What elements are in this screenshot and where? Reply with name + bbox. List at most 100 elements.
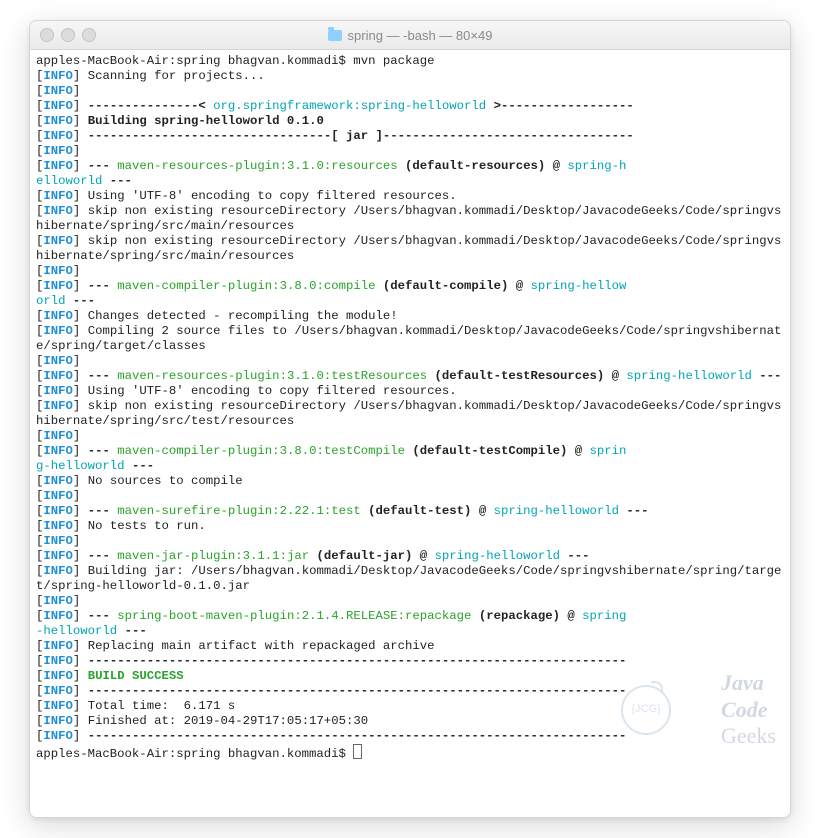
- goal: (default-resources): [398, 159, 546, 173]
- at: @: [567, 444, 589, 458]
- zoom-icon[interactable]: [82, 28, 96, 42]
- line: ---: [560, 549, 590, 563]
- line: ----------------------------------------…: [80, 684, 626, 698]
- info-tag: INFO: [43, 534, 73, 548]
- info-tag: INFO: [43, 69, 73, 83]
- plugin: maven-jar-plugin:3.1.1:jar: [117, 549, 309, 563]
- info-tag: INFO: [43, 324, 73, 338]
- at: @: [560, 609, 582, 623]
- plugin: spring-boot-maven-plugin:2.1.4.RELEASE:r…: [117, 609, 471, 623]
- line: ---: [80, 369, 117, 383]
- line: ---------------<: [80, 99, 213, 113]
- line: ---: [80, 609, 117, 623]
- info-tag: INFO: [43, 309, 73, 323]
- goal: (default-test): [361, 504, 472, 518]
- at: @: [412, 549, 434, 563]
- info-tag: INFO: [43, 714, 73, 728]
- watermark-badge: {JCG}: [621, 685, 671, 735]
- plugin: maven-surefire-plugin:2.22.1:test: [117, 504, 361, 518]
- info-tag: INFO: [43, 159, 73, 173]
- line: ---: [80, 504, 117, 518]
- artifact: org.springframework:spring-helloworld: [213, 99, 486, 113]
- info-tag: INFO: [43, 354, 73, 368]
- plugin: maven-resources-plugin:3.1.0:testResourc…: [117, 369, 427, 383]
- at: @: [604, 369, 626, 383]
- info-tag: INFO: [43, 129, 73, 143]
- line: ---: [80, 159, 117, 173]
- line: ---: [80, 279, 117, 293]
- info-tag: INFO: [43, 144, 73, 158]
- project: spring-helloworld: [494, 504, 619, 518]
- terminal-window: spring — -bash — 80×49 apples-MacBook-Ai…: [29, 20, 791, 818]
- at: @: [471, 504, 493, 518]
- at: @: [508, 279, 530, 293]
- info-tag: INFO: [43, 114, 73, 128]
- window-controls: [40, 28, 96, 42]
- line: ----------------------------------------…: [80, 654, 626, 668]
- info-tag: INFO: [43, 489, 73, 503]
- title-text: spring — -bash — 80×49: [348, 28, 493, 43]
- info-tag: INFO: [43, 264, 73, 278]
- info-tag: INFO: [43, 549, 73, 563]
- info-tag: INFO: [43, 399, 73, 413]
- folder-icon: [328, 30, 342, 41]
- prompt-line: apples-MacBook-Air:spring bhagvan.kommad…: [36, 747, 353, 761]
- line: ---: [752, 369, 782, 383]
- plugin: maven-compiler-plugin:3.8.0:testCompile: [117, 444, 405, 458]
- info-tag: INFO: [43, 669, 73, 683]
- info-tag: INFO: [43, 234, 73, 248]
- goal: (default-testResources): [427, 369, 604, 383]
- line: ---: [80, 444, 117, 458]
- plugin: maven-compiler-plugin:3.8.0:compile: [117, 279, 375, 293]
- info-tag: INFO: [43, 204, 73, 218]
- plugin: maven-resources-plugin:3.1.0:resources: [117, 159, 397, 173]
- line: ---: [80, 549, 117, 563]
- info-tag: INFO: [43, 99, 73, 113]
- line: ---: [117, 624, 147, 638]
- info-tag: INFO: [43, 594, 73, 608]
- goal: (repackage): [471, 609, 560, 623]
- line: Building spring-helloworld 0.1.0: [80, 114, 324, 128]
- line: Building jar: /Users/bhagvan.kommadi/Des…: [36, 564, 781, 593]
- goal: (default-testCompile): [405, 444, 567, 458]
- terminal-output[interactable]: apples-MacBook-Air:spring bhagvan.kommad…: [30, 50, 790, 817]
- line: skip non existing resourceDirectory /Use…: [36, 399, 781, 428]
- line: Using 'UTF-8' encoding to copy filtered …: [80, 189, 456, 203]
- info-tag: INFO: [43, 189, 73, 203]
- watermark-text: Java Code Geeks: [677, 643, 776, 777]
- prompt-line: apples-MacBook-Air:spring bhagvan.kommad…: [36, 54, 434, 68]
- line: ---------------------------------[ jar ]…: [80, 129, 633, 143]
- line: No sources to compile: [80, 474, 242, 488]
- info-tag: INFO: [43, 639, 73, 653]
- line: No tests to run.: [80, 519, 205, 533]
- window-title: spring — -bash — 80×49: [30, 28, 790, 43]
- build-success: BUILD SUCCESS: [80, 669, 183, 683]
- info-tag: INFO: [43, 444, 73, 458]
- line: ---: [102, 174, 132, 188]
- line: Finished at: 2019-04-29T17:05:17+05:30: [80, 714, 368, 728]
- line: ----------------------------------------…: [80, 729, 626, 743]
- info-tag: INFO: [43, 684, 73, 698]
- line: Total time: 6.171 s: [80, 699, 235, 713]
- minimize-icon[interactable]: [61, 28, 75, 42]
- info-tag: INFO: [43, 369, 73, 383]
- info-tag: INFO: [43, 504, 73, 518]
- info-tag: INFO: [43, 609, 73, 623]
- line: Replacing main artifact with repackaged …: [80, 639, 434, 653]
- at: @: [545, 159, 567, 173]
- goal: (default-compile): [376, 279, 509, 293]
- close-icon[interactable]: [40, 28, 54, 42]
- info-tag: INFO: [43, 699, 73, 713]
- line: Scanning for projects...: [80, 69, 264, 83]
- line: skip non existing resourceDirectory /Use…: [36, 204, 781, 233]
- watermark: {JCG} Java Code Geeks: [621, 643, 776, 777]
- line: ---: [66, 294, 96, 308]
- line: ---: [619, 504, 649, 518]
- info-tag: INFO: [43, 564, 73, 578]
- line: ---: [125, 459, 155, 473]
- info-tag: INFO: [43, 384, 73, 398]
- cursor-icon: [353, 744, 362, 759]
- titlebar[interactable]: spring — -bash — 80×49: [30, 21, 790, 50]
- info-tag: INFO: [43, 654, 73, 668]
- info-tag: INFO: [43, 429, 73, 443]
